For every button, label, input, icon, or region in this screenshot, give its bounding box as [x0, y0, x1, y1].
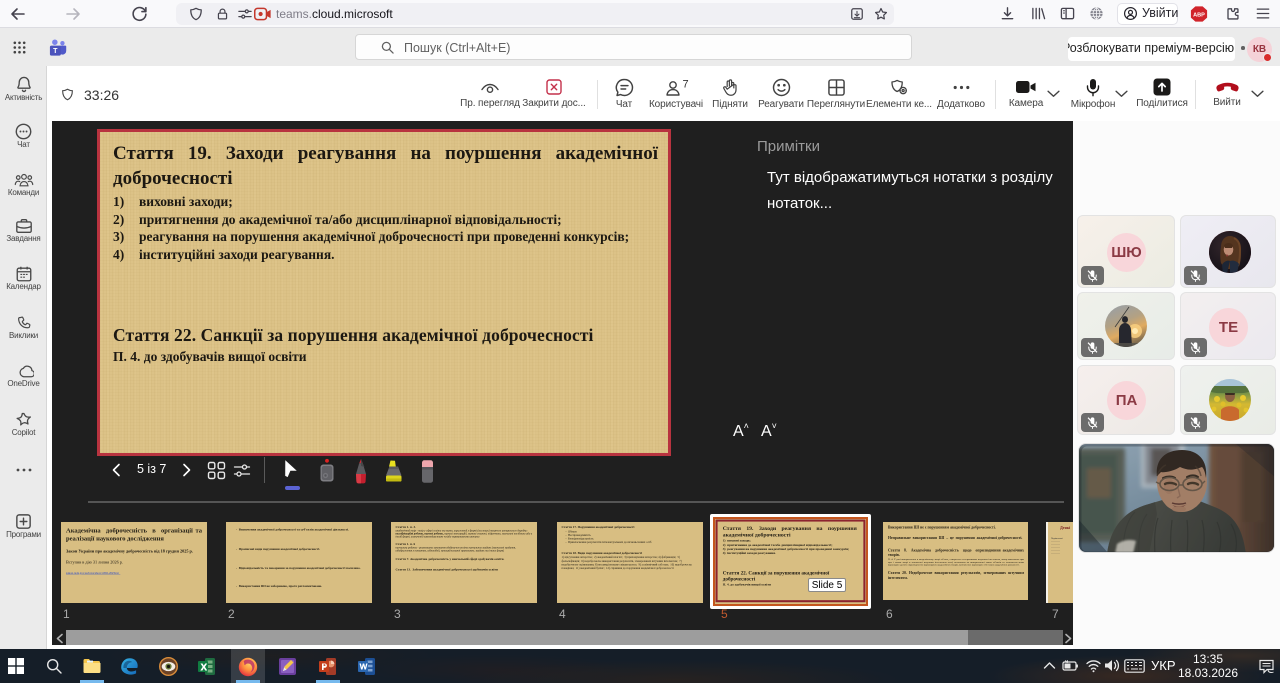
svg-text:T: T [53, 47, 58, 55]
svg-text:ABP: ABP [1193, 13, 1205, 19]
